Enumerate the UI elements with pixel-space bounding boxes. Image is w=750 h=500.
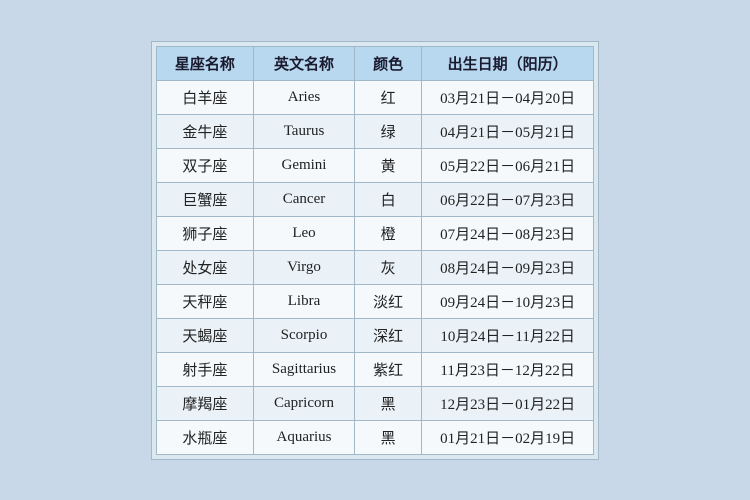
cell-dates: 03月21日－04月20日: [422, 80, 594, 114]
table-row: 天秤座Libra淡红09月24日－10月23日: [156, 284, 593, 318]
cell-chinese-name: 水瓶座: [156, 420, 253, 454]
cell-chinese-name: 天蝎座: [156, 318, 253, 352]
table-row: 巨蟹座Cancer白06月22日－07月23日: [156, 182, 593, 216]
cell-dates: 06月22日－07月23日: [422, 182, 594, 216]
table-row: 金牛座Taurus绿04月21日－05月21日: [156, 114, 593, 148]
cell-chinese-name: 射手座: [156, 352, 253, 386]
table-row: 射手座Sagittarius紫红11月23日－12月22日: [156, 352, 593, 386]
cell-color: 黑: [355, 386, 422, 420]
cell-color: 深红: [355, 318, 422, 352]
cell-dates: 12月23日－01月22日: [422, 386, 594, 420]
table-row: 白羊座Aries红03月21日－04月20日: [156, 80, 593, 114]
cell-chinese-name: 巨蟹座: [156, 182, 253, 216]
cell-dates: 09月24日－10月23日: [422, 284, 594, 318]
table-row: 天蝎座Scorpio深红10月24日－11月22日: [156, 318, 593, 352]
cell-english-name: Sagittarius: [253, 352, 354, 386]
zodiac-table-body: 白羊座Aries红03月21日－04月20日金牛座Taurus绿04月21日－0…: [156, 80, 593, 454]
cell-english-name: Libra: [253, 284, 354, 318]
col-header-dates: 出生日期（阳历）: [422, 46, 594, 80]
cell-color: 绿: [355, 114, 422, 148]
cell-dates: 04月21日－05月21日: [422, 114, 594, 148]
cell-english-name: Aquarius: [253, 420, 354, 454]
cell-dates: 10月24日－11月22日: [422, 318, 594, 352]
cell-english-name: Gemini: [253, 148, 354, 182]
cell-color: 橙: [355, 216, 422, 250]
cell-dates: 05月22日－06月21日: [422, 148, 594, 182]
cell-dates: 11月23日－12月22日: [422, 352, 594, 386]
cell-dates: 07月24日－08月23日: [422, 216, 594, 250]
cell-chinese-name: 狮子座: [156, 216, 253, 250]
cell-chinese-name: 白羊座: [156, 80, 253, 114]
cell-english-name: Virgo: [253, 250, 354, 284]
cell-dates: 08月24日－09月23日: [422, 250, 594, 284]
cell-color: 黄: [355, 148, 422, 182]
cell-color: 黑: [355, 420, 422, 454]
cell-chinese-name: 双子座: [156, 148, 253, 182]
col-header-english: 英文名称: [253, 46, 354, 80]
cell-english-name: Cancer: [253, 182, 354, 216]
cell-color: 淡红: [355, 284, 422, 318]
cell-chinese-name: 天秤座: [156, 284, 253, 318]
cell-english-name: Leo: [253, 216, 354, 250]
cell-color: 红: [355, 80, 422, 114]
col-header-color: 颜色: [355, 46, 422, 80]
cell-color: 紫红: [355, 352, 422, 386]
col-header-chinese: 星座名称: [156, 46, 253, 80]
table-row: 狮子座Leo橙07月24日－08月23日: [156, 216, 593, 250]
cell-color: 白: [355, 182, 422, 216]
zodiac-table: 星座名称 英文名称 颜色 出生日期（阳历） 白羊座Aries红03月21日－04…: [156, 46, 594, 455]
cell-english-name: Scorpio: [253, 318, 354, 352]
table-row: 双子座Gemini黄05月22日－06月21日: [156, 148, 593, 182]
cell-chinese-name: 处女座: [156, 250, 253, 284]
table-header-row: 星座名称 英文名称 颜色 出生日期（阳历）: [156, 46, 593, 80]
cell-chinese-name: 摩羯座: [156, 386, 253, 420]
cell-english-name: Aries: [253, 80, 354, 114]
cell-color: 灰: [355, 250, 422, 284]
cell-english-name: Taurus: [253, 114, 354, 148]
table-row: 水瓶座Aquarius黑01月21日－02月19日: [156, 420, 593, 454]
zodiac-table-container: 星座名称 英文名称 颜色 出生日期（阳历） 白羊座Aries红03月21日－04…: [151, 41, 599, 460]
cell-chinese-name: 金牛座: [156, 114, 253, 148]
table-row: 摩羯座Capricorn黑12月23日－01月22日: [156, 386, 593, 420]
cell-english-name: Capricorn: [253, 386, 354, 420]
cell-dates: 01月21日－02月19日: [422, 420, 594, 454]
table-row: 处女座Virgo灰08月24日－09月23日: [156, 250, 593, 284]
